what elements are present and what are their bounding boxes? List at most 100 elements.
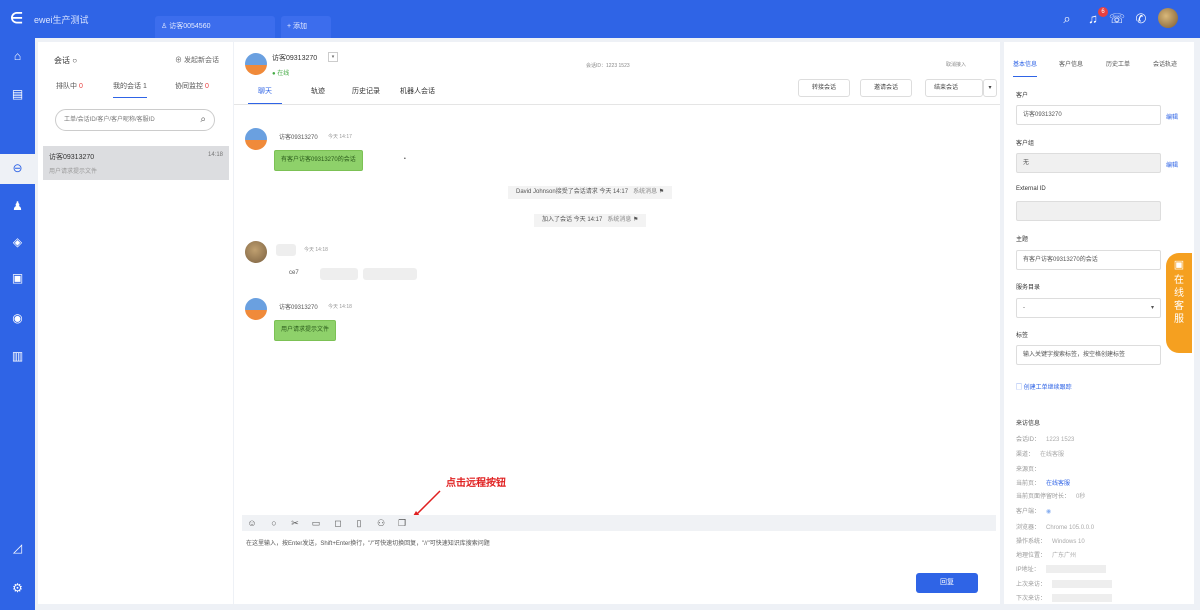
tab-chat[interactable]: 聊天 [248,86,282,105]
system-message: 加入了会话 今天 14:17 系统消息 ⚑ [534,214,647,227]
phone-icon[interactable]: ✆ [1132,10,1150,28]
phone-transfer-icon[interactable]: ☏ [1108,10,1126,28]
chat-bubble-icon[interactable]: ◻ [332,517,344,529]
avatar[interactable] [1158,8,1178,28]
list-item[interactable]: 访客09313270 14:18 用户请求提示文件 [43,146,229,180]
tab-customer-info[interactable]: 客户信息 [1059,59,1083,68]
chevron-down-icon: ▾ [1150,305,1154,311]
subject-field[interactable]: 有客户访客09313270的会话 [1016,250,1161,270]
service-catalog-label: 服务目录 [1016,285,1041,291]
top-bar: ∈ ewei生产测试 ♙ 访客0054560 + 添加 ⌕ ♫ 6 ☏ ✆ [0,0,1200,38]
settings-icon[interactable]: ⚙ [9,580,26,597]
visitor-avatar [245,53,267,75]
customer-group-field: 无 [1016,153,1161,173]
visit-row: 渠道： 在线客服 [1016,452,1065,458]
tab-add[interactable]: + 添加 [281,16,331,38]
customer-group-label: 客户组 [1016,141,1035,147]
online-service-float-button[interactable]: ▣ 在线客服 [1166,253,1192,353]
emoji-icon[interactable]: ☺ [246,517,258,529]
search-icon[interactable]: ⌕ [1058,10,1076,28]
report-icon[interactable]: ▥ [9,348,26,365]
visit-row: 操作系统： Windows 10 [1016,539,1085,545]
visit-row: 地理位置： 广东广州 [1016,553,1077,559]
message-sender: 访客09313270 [279,305,318,311]
conversation-panel: 会话 ○ ⊕ 发起新会话 排队中 0 我的会话 1 协同监控 0 工单/会话ID… [38,42,233,604]
chat-icon[interactable]: ⊖ [9,160,26,177]
customer-field[interactable]: 访客09313270 [1016,105,1161,125]
conversation-search-input[interactable]: 工单/会话ID/客户/客户昵称/客服ID ⌕ [55,109,215,131]
brand-name: ewei生产测试 [34,15,89,25]
tab-bot-conversation[interactable]: 机器人会话 [400,86,435,96]
home-icon[interactable]: ⌂ [9,48,26,65]
agent-avatar [245,241,267,263]
tab-history[interactable]: 历史记录 [352,86,380,96]
visit-row: 浏览器： Chrome 105.0.0.0 [1016,525,1095,531]
edit-group-link[interactable]: 编辑 [1166,160,1178,169]
visit-row: 上次来访： [1016,579,1113,589]
monitor-icon[interactable]: ▣ [9,270,26,287]
transfer-button[interactable]: 转接会话 [798,79,850,97]
tab-my-conversations[interactable]: 我的会话 1 [113,81,147,98]
visit-row: 当前页： 在线客服 [1016,481,1071,487]
create-ticket-link[interactable]: ▢ 创建工单继续跟踪 [1016,382,1072,391]
divider [234,104,1000,105]
video-icon[interactable]: ▭ [310,517,322,529]
subject-label: 主题 [1016,237,1029,243]
chat-visitor-name: 访客09313270 [272,55,318,62]
tags-input[interactable]: 输入关键字搜索标签，按空格创建标签 [1016,345,1161,365]
visitor-avatar [245,128,267,150]
end-conversation-button[interactable]: 结束会话 [925,79,983,97]
visit-row: 下次来访： [1016,593,1113,603]
edit-customer-link[interactable]: 编辑 [1166,112,1178,121]
app-logo-icon: ∈ [10,10,24,27]
tab-monitor[interactable]: 协同监控 0 [175,81,209,91]
cancel-access-link[interactable]: 取消接入 [946,61,966,68]
ticket-icon[interactable]: ▤ [9,86,26,103]
send-button[interactable]: 回复 [916,573,978,593]
remote-control-icon[interactable]: ⚇ [375,517,387,529]
tab-history-tickets[interactable]: 历史工单 [1106,59,1130,68]
analytics-icon[interactable]: ◿ [9,540,26,557]
customer-label: 客户 [1016,93,1029,99]
tab-conversation-track[interactable]: 会话轨迹 [1153,59,1177,68]
layers-icon[interactable]: ◈ [9,234,26,251]
message-sender: 访客09313270 [279,135,318,141]
message-time: 今天 14:17 [328,134,352,140]
message-sender [276,244,296,256]
tab-basic-info[interactable]: 基本信息 [1013,59,1038,77]
chevron-down-icon[interactable]: ▾ [328,52,338,62]
tab-queue[interactable]: 排队中 0 [56,81,83,91]
online-status: ● 在线 [272,71,290,77]
message-text: ce7 [289,270,299,276]
system-message: David Johnson接受了会话请求 今天 14:17 系统消息 ⚑ [508,186,673,199]
client-icon: ◉ [1046,509,1052,515]
read-dot: • [404,156,406,162]
visit-row: 客户端： ◉ [1016,509,1052,515]
circle-icon[interactable]: ○ [268,517,280,529]
message-bubble: 有客户访客09313270的会话 [274,150,363,171]
message-bubble: 用户请求提示文件 [274,320,337,341]
tab-track[interactable]: 轨迹 [311,86,325,96]
file-icon[interactable]: ▯ [353,517,365,529]
chatbot-icon[interactable]: ◉ [9,310,26,327]
external-id-label: External ID [1016,186,1046,192]
scissors-icon[interactable]: ✂ [289,517,301,529]
contacts-icon[interactable]: ♟ [9,198,26,215]
search-icon: ⌕ [200,114,206,125]
visit-row: 当前页面停留时长： 0秒 [1016,494,1086,500]
message-input[interactable]: 在这里输入，按Enter发送，Shift+Enter换行，"/"可快速切换回复，… [246,538,490,547]
left-nav: ⌂ ▤ ⊖ ♟ ◈ ▣ ◉ ▥ ◿ ⚙ [0,38,35,610]
tab-visitor[interactable]: ♙ 访客0054560 [155,16,275,38]
copy-icon[interactable]: ❐ [396,517,408,529]
invite-button[interactable]: 邀请会话 [860,79,912,97]
user-icon: ♙ [161,23,170,30]
message-time: 今天 14:18 [304,247,328,253]
new-conversation-button[interactable]: ⊕ 发起新会话 [175,55,219,65]
chevron-down-icon[interactable]: ▾ [983,79,997,97]
service-catalog-select[interactable]: - ▾ [1016,298,1161,318]
visit-row: 会话ID： 1223 1523 [1016,437,1075,443]
headset-icon: ▣ [1173,259,1185,271]
visit-row: 来源页： [1016,467,1041,473]
visit-info-title: 来访信息 [1016,421,1041,427]
conversation-id-text: 会话ID：1223 1523 [586,63,630,69]
